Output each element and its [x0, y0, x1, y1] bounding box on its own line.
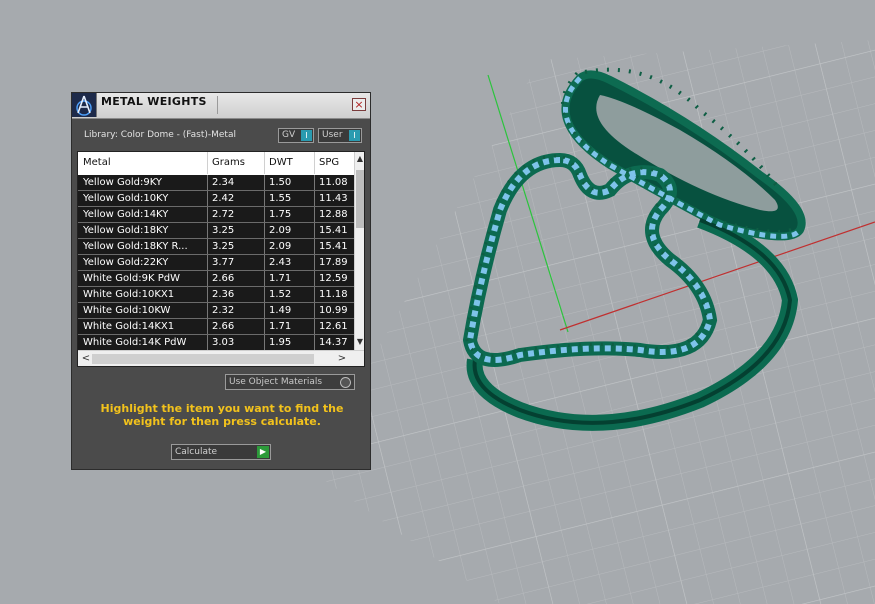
grams-cell: 2.32	[212, 305, 235, 316]
table-row[interactable]: White Gold:14KX1 2.66 1.71 12.61	[78, 319, 364, 335]
gv-toggle[interactable]: GV I	[278, 128, 314, 143]
table-row[interactable]: White Gold:14K PdW 3.03 1.95 14.37	[78, 335, 364, 351]
header-dwt[interactable]: DWT	[269, 157, 293, 171]
metal-cell: Yellow Gold:18KY	[83, 225, 169, 236]
table-row[interactable]: White Gold:10KX1 2.36 1.52 11.18	[78, 287, 364, 303]
column-divider	[314, 152, 315, 174]
horizontal-scrollbar[interactable]: < >	[78, 350, 364, 366]
calculate-button[interactable]: Calculate ▶	[171, 444, 271, 460]
table-row[interactable]: White Gold:9K PdW 2.66 1.71 12.59	[78, 271, 364, 287]
user-toggle[interactable]: User I	[318, 128, 362, 143]
metal-cell: White Gold:10KX1	[83, 289, 175, 300]
table-row[interactable]: Yellow Gold:18KY 3.25 2.09 15.41	[78, 223, 364, 239]
metal-table: Metal Grams DWT SPG Yellow Gold:9KY 2.34 1…	[77, 151, 365, 367]
panel-titlebar[interactable]: METAL WEIGHTS ×	[72, 93, 370, 119]
grams-cell: 2.66	[212, 321, 235, 332]
dwt-cell: 1.71	[269, 273, 292, 284]
close-icon[interactable]: ×	[352, 98, 366, 111]
vertical-scrollbar[interactable]: ▲ ▼	[354, 152, 364, 350]
metal-cell: Yellow Gold:10KY	[83, 193, 169, 204]
dwt-cell: 1.49	[269, 305, 292, 316]
table-row[interactable]: Yellow Gold:10KY 2.42 1.55 11.43	[78, 191, 364, 207]
dwt-cell: 2.43	[269, 257, 292, 268]
dwt-cell: 1.50	[269, 177, 292, 188]
table-row[interactable]: White Gold:10KW 2.32 1.49 10.99	[78, 303, 364, 319]
gv-toggle-knob: I	[301, 130, 312, 141]
header-grams[interactable]: Grams	[212, 157, 245, 171]
metal-cell: White Gold:10KW	[83, 305, 171, 316]
dwt-cell: 2.09	[269, 225, 292, 236]
table-rows: Yellow Gold:9KY 2.34 1.50 11.08 Yellow Gold…	[78, 175, 364, 351]
grams-cell: 3.77	[212, 257, 235, 268]
grams-cell: 2.42	[212, 193, 235, 204]
horizontal-scroll-thumb[interactable]	[92, 354, 314, 364]
use-object-materials-toggle[interactable]: Use Object Materials	[225, 374, 355, 390]
vertical-scroll-thumb[interactable]	[356, 170, 364, 228]
column-divider	[207, 152, 208, 174]
grams-cell: 2.66	[212, 273, 235, 284]
metal-cell: White Gold:14K PdW	[83, 337, 187, 348]
app-logo-icon	[72, 93, 97, 117]
grams-cell: 2.72	[212, 209, 235, 220]
table-row[interactable]: Yellow Gold:14KY 2.72 1.75 12.88	[78, 207, 364, 223]
dwt-cell: 1.52	[269, 289, 292, 300]
column-divider	[264, 152, 265, 174]
library-label: Library: Color Dome - (Fast)-Metal	[84, 130, 236, 140]
user-toggle-label: User	[322, 130, 343, 140]
user-toggle-knob: I	[349, 130, 360, 141]
table-row[interactable]: Yellow Gold:18KY R... 3.25 2.09 15.41	[78, 239, 364, 255]
table-row[interactable]: Yellow Gold:22KY 3.77 2.43 17.89	[78, 255, 364, 271]
gv-toggle-label: GV	[282, 130, 296, 140]
play-arrow-icon: ▶	[257, 446, 269, 458]
dwt-cell: 1.75	[269, 209, 292, 220]
metal-cell: Yellow Gold:18KY R...	[83, 241, 188, 252]
scroll-right-icon[interactable]: >	[336, 352, 348, 366]
grams-cell: 2.36	[212, 289, 235, 300]
metal-cell: Yellow Gold:14KY	[83, 209, 169, 220]
use-object-materials-label: Use Object Materials	[229, 377, 323, 387]
grams-cell: 3.25	[212, 241, 235, 252]
scroll-left-icon[interactable]: <	[80, 352, 92, 366]
metal-cell: White Gold:9K PdW	[83, 273, 180, 284]
header-spg[interactable]: SPG	[319, 157, 339, 171]
calculate-label: Calculate	[175, 447, 218, 457]
dwt-cell: 2.09	[269, 241, 292, 252]
radio-icon	[340, 377, 351, 388]
table-row[interactable]: Yellow Gold:9KY 2.34 1.50 11.08	[78, 175, 364, 191]
title-divider	[217, 96, 218, 114]
metal-cell: Yellow Gold:9KY	[83, 177, 162, 188]
header-metal[interactable]: Metal	[83, 157, 111, 171]
grams-cell: 3.25	[212, 225, 235, 236]
metal-cell: Yellow Gold:22KY	[83, 257, 169, 268]
dwt-cell: 1.71	[269, 321, 292, 332]
scroll-down-icon[interactable]: ▼	[356, 336, 364, 348]
grams-cell: 2.34	[212, 177, 235, 188]
scroll-up-icon[interactable]: ▲	[356, 153, 364, 165]
grams-cell: 3.03	[212, 337, 235, 348]
metal-weights-panel: METAL WEIGHTS × Library: Color Dome - (F…	[71, 92, 371, 470]
instruction-text: Highlight the item you want to find the …	[100, 402, 344, 428]
panel-title: METAL WEIGHTS	[101, 95, 207, 108]
table-header: Metal Grams DWT SPG	[78, 152, 364, 174]
metal-cell: White Gold:14KX1	[83, 321, 175, 332]
dwt-cell: 1.55	[269, 193, 292, 204]
dwt-cell: 1.95	[269, 337, 292, 348]
